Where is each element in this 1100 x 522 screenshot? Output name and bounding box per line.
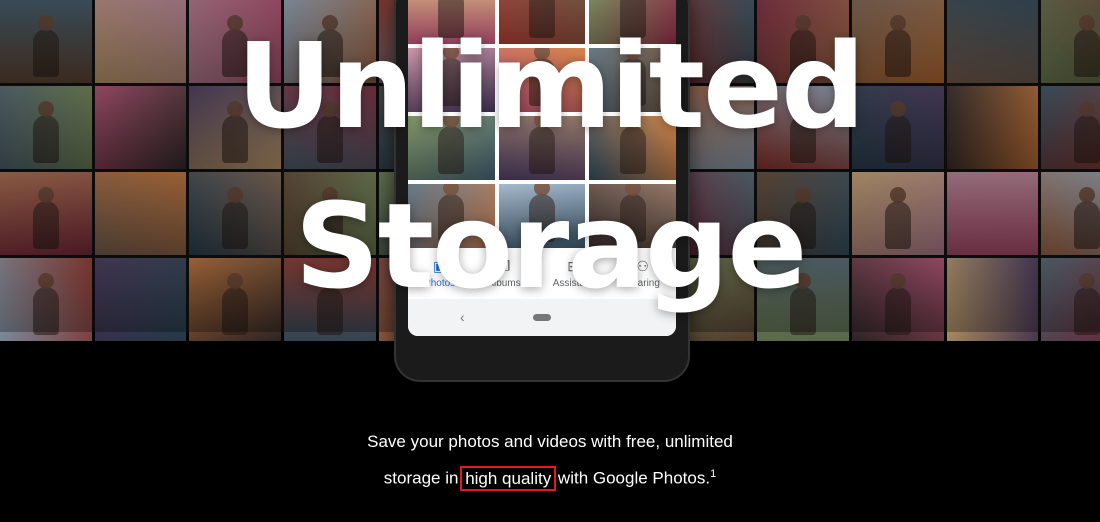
high-quality-highlight: high quality (460, 465, 557, 491)
tagline-line-2: storage in high quality with Google Phot… (0, 458, 1100, 495)
hero-headline: Unlimited Storage (236, 17, 865, 315)
tagline-suffix: with Google Photos. (553, 468, 711, 488)
footnote-marker[interactable]: 1 (710, 468, 716, 480)
tagline: Save your photos and videos with free, u… (0, 426, 1100, 495)
tagline-line-1: Save your photos and videos with free, u… (367, 432, 733, 451)
tagline-prefix: storage in (383, 468, 464, 488)
